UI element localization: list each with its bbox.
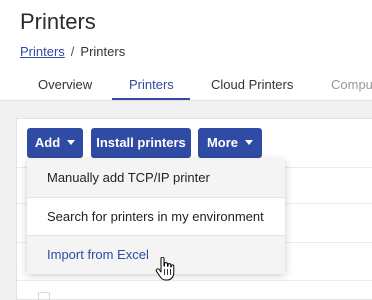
menu-item-manual-tcpip[interactable]: Manually add TCP/IP printer — [27, 159, 285, 197]
chevron-down-icon — [67, 140, 76, 146]
chevron-down-icon — [245, 140, 254, 146]
more-button-label: More — [206, 135, 239, 150]
menu-item-label: Import from Excel — [47, 247, 149, 262]
more-button[interactable]: More — [198, 128, 262, 158]
row-checkbox[interactable] — [38, 292, 50, 300]
table-row-line — [17, 280, 372, 281]
hand-cursor-icon — [155, 257, 175, 281]
page-header: Printers Printers / Printers — [0, 0, 372, 68]
tab-computers[interactable]: Compu — [331, 77, 372, 92]
menu-item-search-environment[interactable]: Search for printers in my environment — [27, 198, 285, 236]
tab-overview[interactable]: Overview — [38, 77, 92, 92]
tab-cloud-printers[interactable]: Cloud Printers — [211, 77, 293, 92]
breadcrumb-link-printers[interactable]: Printers — [20, 44, 65, 59]
add-button-label: Add — [34, 135, 61, 150]
page-title: Printers — [20, 9, 96, 34]
add-button[interactable]: Add — [27, 128, 83, 158]
menu-item-label: Manually add TCP/IP printer — [47, 170, 210, 185]
printers-page: Printers Printers / Printers Overview Prin… — [0, 0, 372, 300]
install-printers-label: Install printers — [96, 135, 186, 150]
menu-item-label: Search for printers in my environment — [47, 209, 264, 224]
install-printers-button[interactable]: Install printers — [91, 128, 191, 158]
tab-printers[interactable]: Printers — [129, 77, 174, 92]
breadcrumb-current: Printers — [80, 44, 126, 59]
add-dropdown-menu: Manually add TCP/IP printer Search for p… — [27, 159, 285, 274]
breadcrumb: Printers / Printers — [20, 44, 125, 59]
breadcrumb-separator: / — [70, 44, 75, 59]
tab-bar: Overview Printers Cloud Printers Compu — [0, 68, 372, 101]
